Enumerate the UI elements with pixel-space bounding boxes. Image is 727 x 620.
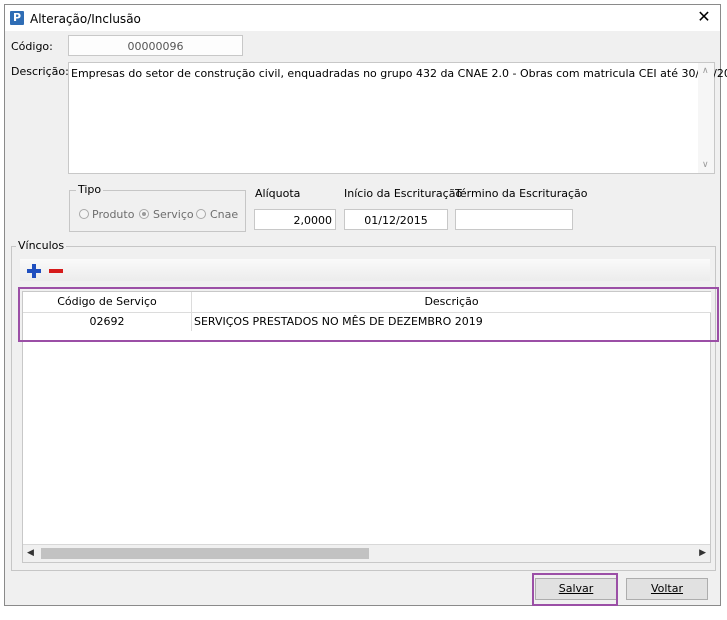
descricao-scrollbar[interactable]: ∧ ∨ [698, 63, 714, 173]
aliquota-value: 2,0000 [293, 214, 333, 227]
inicio-value: 01/12/2015 [364, 214, 428, 227]
window-title: Alteração/Inclusão [30, 12, 141, 26]
descricao-value: Empresas do setor de construção civil, e… [71, 67, 727, 80]
close-icon[interactable]: ✕ [692, 7, 716, 27]
radio-cnae[interactable] [196, 209, 206, 219]
codigo-value: 00000096 [127, 40, 184, 53]
termino-label: Término da Escrituração [455, 187, 588, 200]
scroll-left-icon[interactable]: ◀ [27, 548, 34, 558]
scroll-up-icon[interactable]: ∧ [702, 66, 709, 76]
descricao-label: Descrição: [11, 65, 69, 78]
vinculos-toolbar [20, 259, 710, 281]
codigo-label: Código: [11, 40, 53, 53]
inicio-input[interactable]: 01/12/2015 [344, 209, 448, 230]
termino-input[interactable] [455, 209, 573, 230]
aliquota-input[interactable]: 2,0000 [254, 209, 336, 230]
scroll-down-icon[interactable]: ∨ [702, 160, 709, 170]
voltar-button[interactable]: Voltar [626, 578, 708, 600]
tipo-legend: Tipo [76, 183, 104, 196]
inicio-label: Início da Escrituração [344, 187, 463, 200]
vinculos-legend: Vínculos [16, 239, 67, 252]
tipo-group: Tipo Produto Serviço Cnae [69, 183, 246, 232]
minus-icon[interactable] [48, 263, 64, 279]
descricao-textarea[interactable]: Empresas do setor de construção civil, e… [68, 62, 727, 174]
scroll-right-icon[interactable]: ▶ [699, 548, 706, 558]
salvar-highlight-box [532, 573, 618, 606]
aliquota-label: Alíquota [255, 187, 301, 200]
radio-produto[interactable] [79, 209, 89, 219]
grid-highlight-box [18, 287, 719, 342]
app-icon: P [10, 11, 24, 25]
radio-servico[interactable] [139, 209, 149, 219]
codigo-field[interactable]: 00000096 [68, 35, 243, 56]
radio-produto-label: Produto [92, 208, 135, 221]
scrollbar-thumb[interactable] [41, 548, 369, 559]
horizontal-scrollbar[interactable]: ◀ ▶ [23, 544, 710, 562]
voltar-label: Voltar [650, 582, 684, 595]
radio-servico-label: Serviço [153, 208, 194, 221]
plus-icon[interactable] [26, 263, 42, 279]
radio-cnae-label: Cnae [210, 208, 239, 221]
title-bar: P Alteração/Inclusão ✕ [5, 5, 720, 31]
